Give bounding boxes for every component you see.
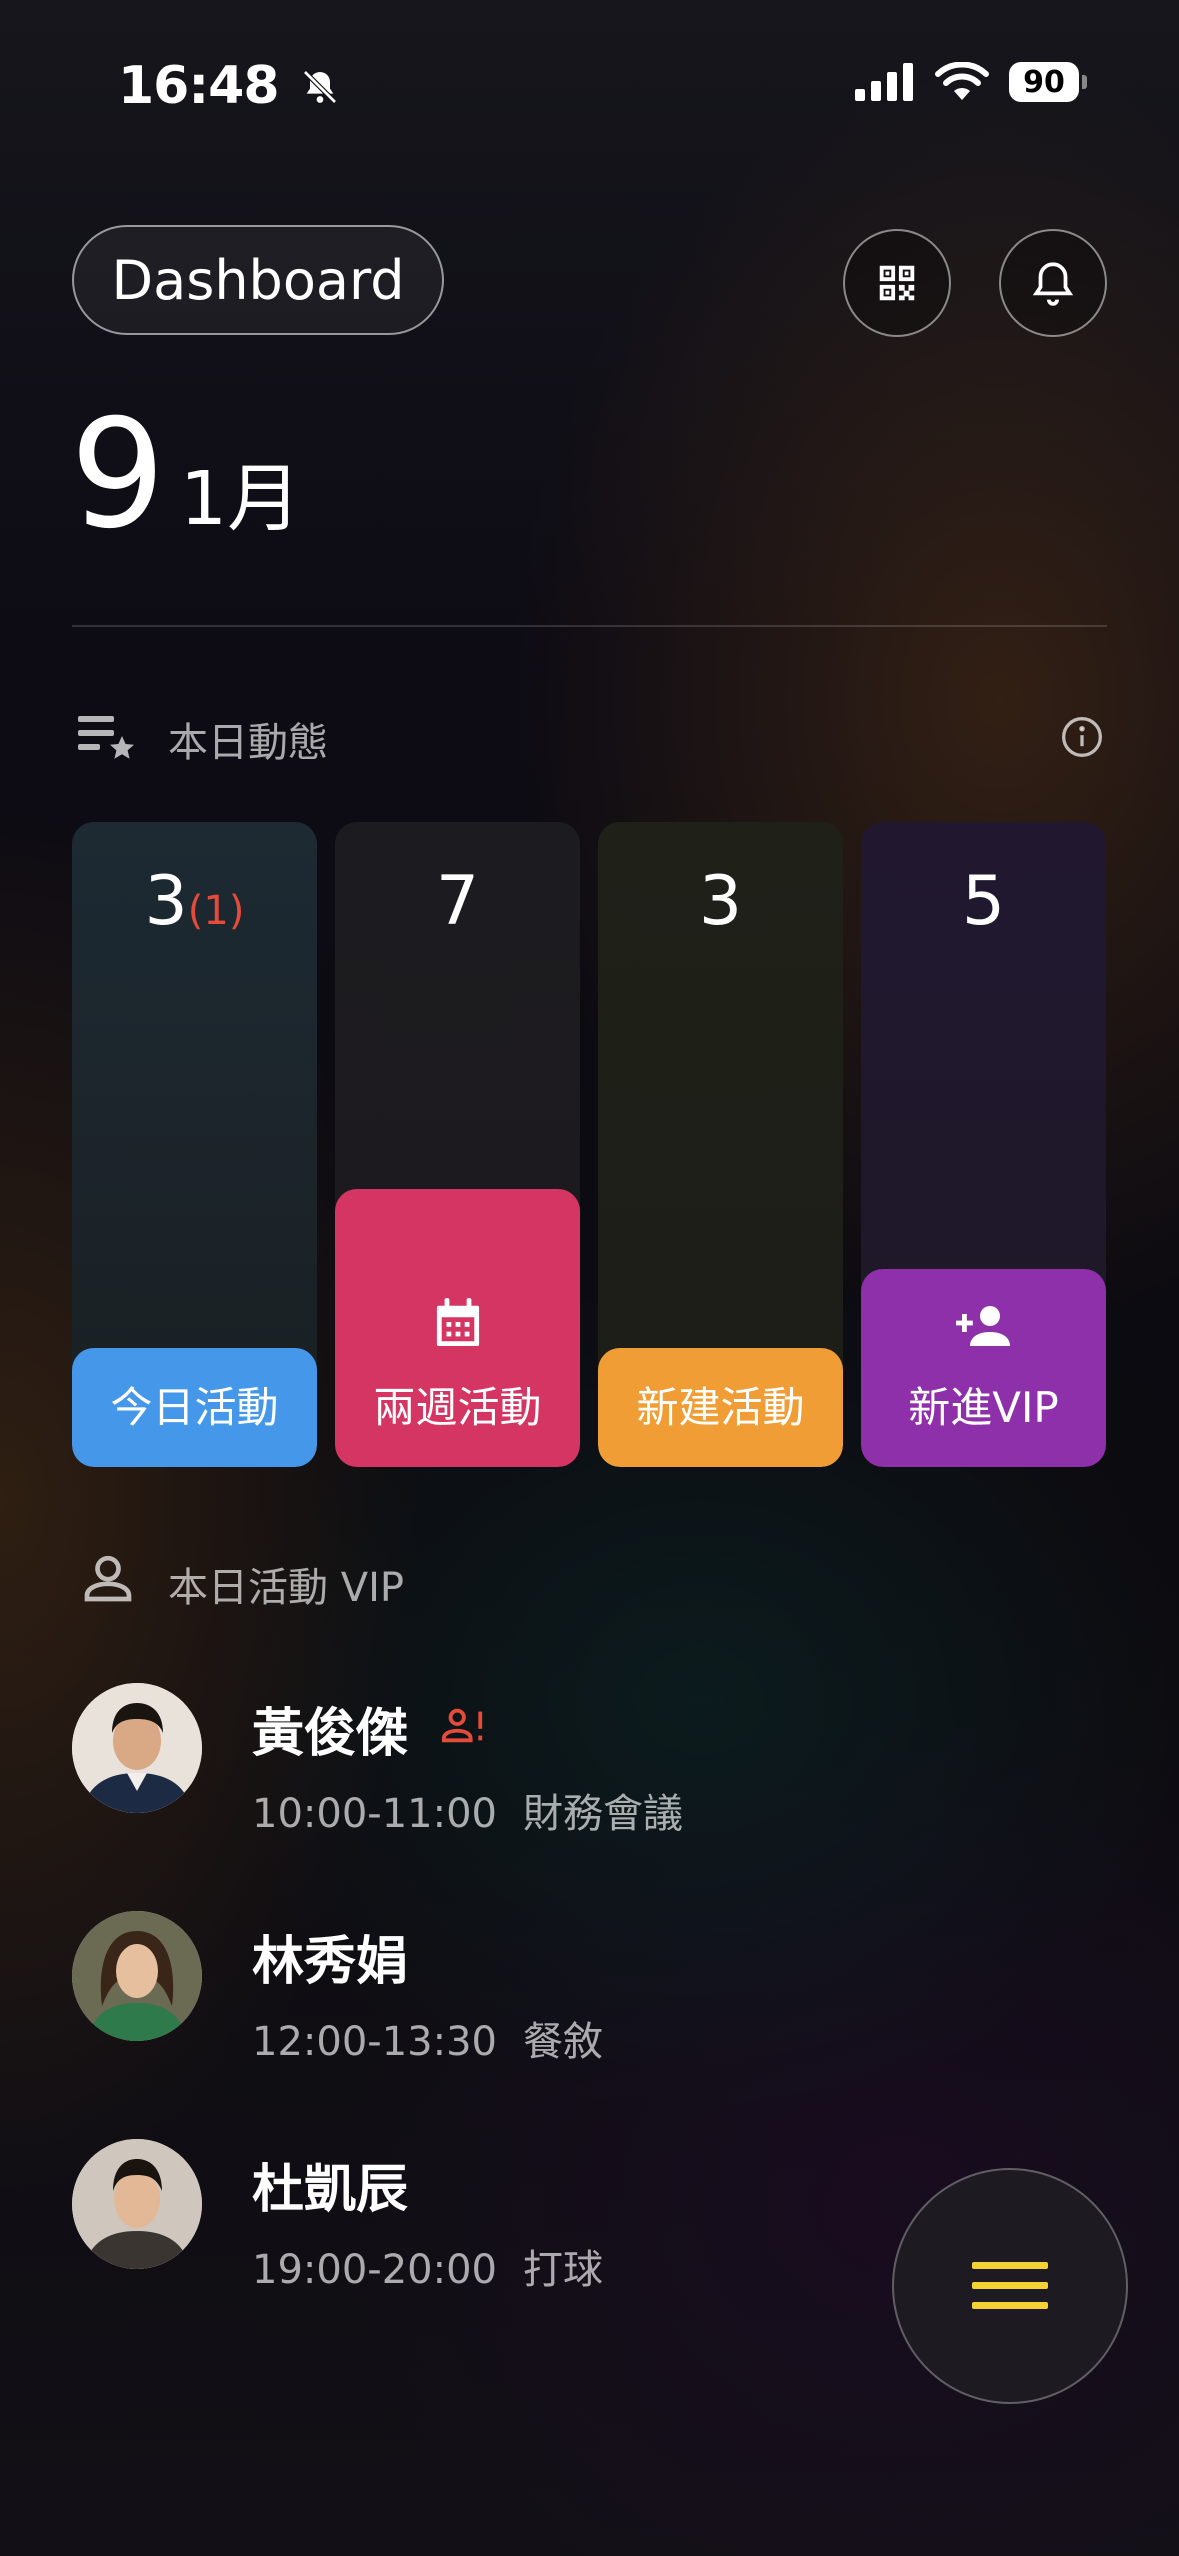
vip-schedule: 19:00-20:00 打球 xyxy=(252,2237,603,2295)
qr-code-button[interactable] xyxy=(843,229,951,337)
info-icon[interactable] xyxy=(1060,715,1104,759)
menu-icon xyxy=(972,2262,1048,2309)
card-label: 今日活動 xyxy=(110,1383,279,1432)
card-label: 新進VIP xyxy=(908,1383,1059,1432)
dashboard-button[interactable]: Dashboard xyxy=(72,225,444,335)
vip-name: 林秀娟 xyxy=(252,1932,409,1992)
avatar xyxy=(72,1683,202,1813)
avatar xyxy=(72,1911,202,2041)
calendar-grid-icon xyxy=(436,1298,479,1346)
person-add-icon xyxy=(955,1306,1010,1346)
card-count: 7 xyxy=(435,862,480,941)
bell-icon xyxy=(1032,262,1074,306)
status-indicators: 90 xyxy=(855,62,1087,102)
vip-time: 19:00-20:00 xyxy=(252,2247,497,2293)
card-new-activity[interactable]: 3 新建活動 xyxy=(598,822,843,1467)
notifications-button[interactable] xyxy=(999,229,1107,337)
bell-muted-icon xyxy=(302,70,337,104)
vip-list-item[interactable]: 黃俊傑 10:00-11:00 財務會議 xyxy=(72,1683,972,1837)
card-label: 新建活動 xyxy=(636,1383,805,1432)
vip-schedule: 12:00-13:30 餐敘 xyxy=(252,2009,603,2067)
card-count: 3(1) xyxy=(144,862,245,941)
vip-name: 黃俊傑 xyxy=(252,1704,409,1764)
card-two-week-activity[interactable]: 7 兩週活動 xyxy=(335,822,580,1467)
status-time: 16:48 xyxy=(118,56,340,116)
vip-event: 打球 xyxy=(522,2247,603,2293)
cellular-signal-icon xyxy=(855,63,913,101)
vip-event: 財務會議 xyxy=(522,1791,683,1837)
card-fill: 兩週活動 xyxy=(335,1189,580,1467)
person-outline-icon xyxy=(84,1555,132,1602)
playlist-star-icon xyxy=(78,716,134,759)
vip-name: 杜凱辰 xyxy=(252,2160,409,2220)
menu-button[interactable] xyxy=(892,2168,1128,2404)
date-month: 1月 xyxy=(180,456,302,542)
person-alert-icon xyxy=(441,1708,483,1743)
card-fill: 今日活動 xyxy=(72,1348,317,1467)
vip-time: 10:00-11:00 xyxy=(252,1791,497,1837)
date-day: 9 xyxy=(70,388,166,562)
vip-time: 12:00-13:30 xyxy=(252,2019,497,2065)
card-count: 3 xyxy=(698,862,743,941)
section-title-today: 本日動態 xyxy=(168,720,328,766)
avatar xyxy=(72,2139,202,2269)
vip-list-item[interactable]: 林秀娟 12:00-13:30 餐敘 xyxy=(72,1911,972,2065)
vip-list-item[interactable]: 杜凱辰 19:00-20:00 打球 xyxy=(72,2139,972,2293)
vip-schedule: 10:00-11:00 財務會議 xyxy=(252,1781,683,1839)
vip-event: 餐敘 xyxy=(522,2019,603,2065)
card-label: 兩週活動 xyxy=(373,1383,542,1432)
qr-code-icon xyxy=(879,265,915,301)
card-new-vip[interactable]: 5 新進VIP xyxy=(861,822,1106,1467)
divider xyxy=(72,625,1107,627)
card-fill: 新進VIP xyxy=(861,1269,1106,1467)
card-sub-count: (1) xyxy=(187,888,245,934)
battery-indicator: 90 xyxy=(1009,62,1087,102)
section-title-vip: 本日活動 VIP xyxy=(168,1565,404,1611)
card-count: 5 xyxy=(961,862,1006,941)
wifi-icon xyxy=(935,62,989,100)
card-fill: 新建活動 xyxy=(598,1348,843,1467)
card-today-activity[interactable]: 3(1) 今日活動 xyxy=(72,822,317,1467)
